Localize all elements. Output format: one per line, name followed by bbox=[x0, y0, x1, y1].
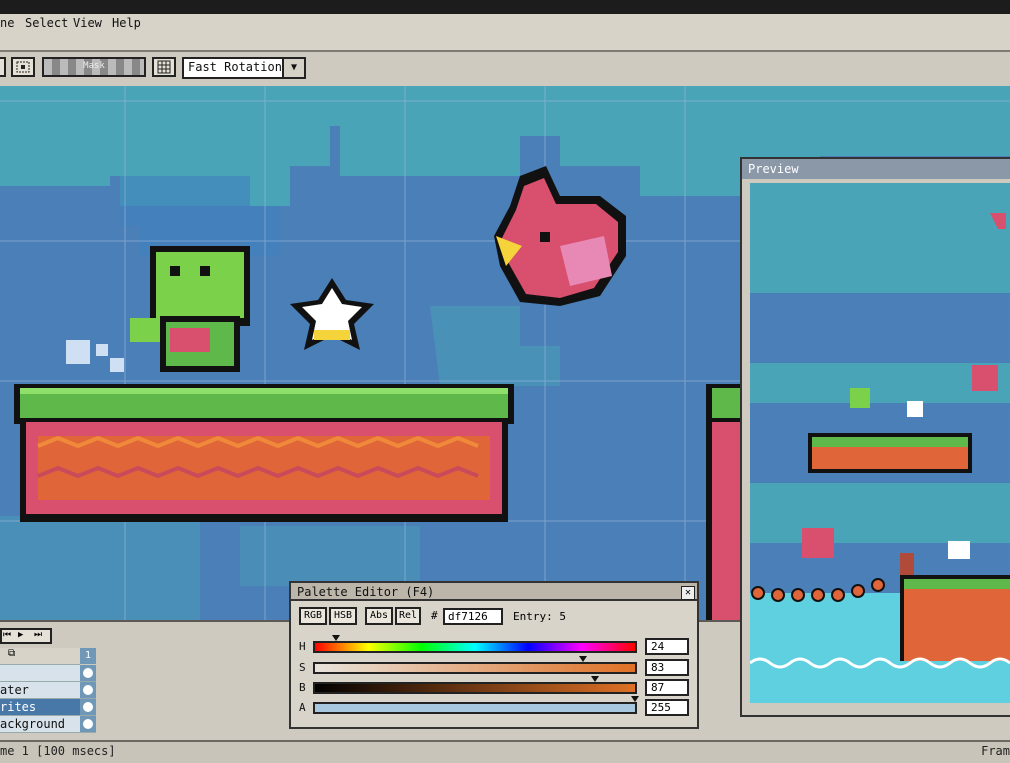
saturation-value-input[interactable]: 83 bbox=[645, 659, 689, 676]
grid-icon bbox=[157, 60, 171, 74]
preview-scene bbox=[750, 183, 1010, 703]
preview-window[interactable]: Preview bbox=[740, 157, 1010, 717]
layer-row-0[interactable] bbox=[0, 665, 80, 682]
rotation-select-value: Fast Rotation bbox=[188, 60, 282, 74]
circle-icon bbox=[83, 685, 93, 695]
frame-number[interactable]: 1 bbox=[80, 648, 96, 664]
layer-visibility-0[interactable] bbox=[80, 665, 96, 682]
layer-row-background[interactable]: ackground bbox=[0, 716, 80, 733]
status-right: Fram bbox=[981, 744, 1010, 758]
close-icon[interactable]: ✕ bbox=[681, 586, 695, 600]
layer-row-sprites[interactable]: rites bbox=[0, 699, 80, 716]
alpha-slider[interactable] bbox=[313, 702, 637, 714]
hue-slider[interactable] bbox=[313, 641, 637, 653]
layer-visibility-background[interactable] bbox=[80, 716, 96, 733]
dotted-square-icon bbox=[16, 61, 30, 73]
first-frame-icon[interactable]: ⏮ bbox=[3, 630, 11, 640]
title-bar bbox=[0, 0, 1010, 14]
rel-button[interactable]: Rel bbox=[395, 607, 421, 625]
menu-view[interactable]: View bbox=[73, 16, 102, 30]
circle-icon bbox=[83, 719, 93, 729]
menu-file[interactable]: ne bbox=[0, 16, 14, 30]
palette-editor[interactable]: Palette Editor (F4) ✕ RGB HSB Abs Rel # … bbox=[289, 581, 699, 729]
layer-visibility-water[interactable] bbox=[80, 682, 96, 699]
palette-editor-title[interactable]: Palette Editor (F4) bbox=[291, 583, 697, 601]
brightness-slider[interactable] bbox=[313, 682, 637, 694]
hue-marker-icon[interactable] bbox=[332, 635, 340, 641]
hsb-button[interactable]: HSB bbox=[329, 607, 357, 625]
brightness-label: B bbox=[299, 681, 306, 694]
alpha-label: A bbox=[299, 701, 306, 714]
status-frame-info: me 1 [100 msecs] bbox=[0, 744, 116, 758]
tool-button-partial[interactable] bbox=[0, 57, 6, 77]
palette-editor-title-text: Palette Editor (F4) bbox=[297, 585, 435, 599]
alpha-marker-icon[interactable] bbox=[631, 696, 639, 702]
saturation-label: S bbox=[299, 661, 306, 674]
chevron-down-icon[interactable]: ▼ bbox=[282, 59, 304, 77]
hue-label: H bbox=[299, 640, 306, 653]
playback-controls: ⏮ ▶ ⏭ bbox=[0, 628, 52, 644]
menu-gap bbox=[0, 36, 1010, 50]
circle-icon bbox=[83, 668, 93, 678]
menu-select[interactable]: Select bbox=[25, 16, 68, 30]
hex-hash: # bbox=[431, 609, 438, 622]
last-frame-icon[interactable]: ⏭ bbox=[34, 630, 42, 640]
mask-button[interactable]: Mask bbox=[42, 57, 146, 77]
rotation-select[interactable]: Fast Rotation ▼ bbox=[182, 57, 306, 79]
grid-button[interactable] bbox=[152, 57, 176, 77]
abs-button[interactable]: Abs bbox=[365, 607, 393, 625]
saturation-marker-icon[interactable] bbox=[579, 656, 587, 662]
layer-header: ⧉ bbox=[0, 648, 80, 665]
alpha-value-input[interactable]: 255 bbox=[645, 699, 689, 716]
hex-input[interactable]: df7126 bbox=[443, 608, 503, 625]
play-icon[interactable]: ▶ bbox=[18, 630, 23, 640]
menu-help[interactable]: Help bbox=[112, 16, 141, 30]
preview-title[interactable]: Preview bbox=[742, 159, 1010, 179]
hue-value-input[interactable]: 24 bbox=[645, 638, 689, 655]
brightness-marker-icon[interactable] bbox=[591, 676, 599, 682]
layer-visibility-sprites[interactable] bbox=[80, 699, 96, 716]
menu-bar: ne Select View Help bbox=[0, 14, 1010, 37]
brightness-value-input[interactable]: 87 bbox=[645, 679, 689, 696]
rgb-button[interactable]: RGB bbox=[299, 607, 327, 625]
toolbar: Mask Fast Rotation ▼ bbox=[0, 50, 1010, 88]
layer-row-water[interactable]: ater bbox=[0, 682, 80, 699]
layer-icon: ⧉ bbox=[8, 648, 16, 659]
saturation-slider[interactable] bbox=[313, 662, 637, 674]
status-bar: me 1 [100 msecs] Fram bbox=[0, 740, 1010, 763]
entry-label: Entry: 5 bbox=[513, 610, 566, 623]
circle-icon bbox=[83, 702, 93, 712]
tool-button-mask-icon[interactable] bbox=[11, 57, 35, 77]
mask-label: Mask bbox=[83, 61, 105, 71]
